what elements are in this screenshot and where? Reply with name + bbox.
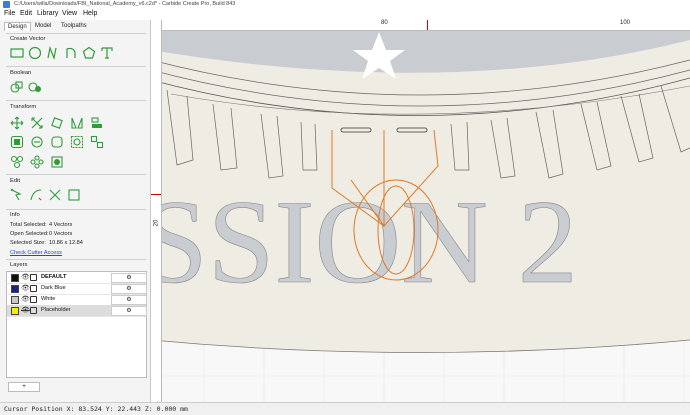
layer-settings-button[interactable]: ⚙ xyxy=(111,295,147,305)
layer-color-swatch[interactable] xyxy=(11,274,19,282)
add-layer-button[interactable]: + xyxy=(8,382,40,392)
section-boolean: Boolean xyxy=(10,70,32,76)
gear-icon: ⚙ xyxy=(126,286,132,292)
scale-icon[interactable] xyxy=(30,116,44,130)
divider xyxy=(6,33,146,34)
lock-icon[interactable] xyxy=(30,307,37,314)
polyline-icon[interactable] xyxy=(64,46,78,60)
offset-icon[interactable] xyxy=(10,135,24,149)
layer-name: White xyxy=(41,296,56,302)
nest-icon[interactable] xyxy=(50,155,64,169)
trim-icon[interactable] xyxy=(29,188,43,202)
section-info: Info xyxy=(10,212,20,218)
ruler-label: 80 xyxy=(381,20,388,26)
eye-icon[interactable]: 👁 xyxy=(21,295,30,303)
gear-icon: ⚙ xyxy=(126,297,132,303)
panel-tabs: Design Model Toolpaths xyxy=(0,22,150,32)
fillet-icon[interactable] xyxy=(50,135,64,149)
divider xyxy=(6,100,146,101)
gear-icon: ⚙ xyxy=(126,308,132,314)
tab-design[interactable]: Design xyxy=(4,22,31,31)
section-layers: Layers xyxy=(10,262,28,268)
menu-edit[interactable]: Edit xyxy=(20,10,32,17)
info-total-selected: Total Selected: 4 Vectors xyxy=(10,222,73,228)
grid-array-icon[interactable] xyxy=(30,155,44,169)
info-selected-size: Selected Size: 10.86 x 12.84 xyxy=(10,240,83,246)
mirror-icon[interactable] xyxy=(70,116,84,130)
layer-name: Dark Blue xyxy=(41,285,66,291)
eye-hidden-icon[interactable]: 👁 xyxy=(21,306,30,314)
layer-settings-button[interactable]: ⚙ xyxy=(111,273,147,283)
cursor-position: Cursor Position X: 83.524 Y: 22.443 Z: 0… xyxy=(4,405,188,413)
section-edit: Edit xyxy=(10,178,20,184)
eye-icon[interactable]: 👁 xyxy=(21,284,30,292)
cut-icon[interactable] xyxy=(48,188,62,202)
polygon-icon[interactable] xyxy=(82,46,96,60)
menu-help[interactable]: Help xyxy=(83,10,97,17)
gear-icon: ⚙ xyxy=(126,275,132,281)
title-bar: C:/Users/willa/Downloads/FBI_National_Ac… xyxy=(0,0,690,9)
layer-color-swatch[interactable] xyxy=(11,285,19,293)
lock-icon[interactable] xyxy=(30,285,37,292)
info-open-selected: Open Selected: 0 Vectors xyxy=(10,231,73,237)
rotate-icon[interactable] xyxy=(50,116,64,130)
section-create-vector: Create Vector xyxy=(10,36,46,42)
lock-icon[interactable] xyxy=(30,296,37,303)
rectangle-icon[interactable] xyxy=(10,46,24,60)
design-canvas[interactable]: SSION 2 xyxy=(151,20,690,402)
union-icon[interactable] xyxy=(10,80,24,94)
layer-color-swatch[interactable] xyxy=(11,307,19,315)
layers-list: 👁 DEFAULT ⚙ 👁 Dark Blue ⚙ 👁 White ⚙ 👁 Pl… xyxy=(6,271,147,378)
menu-view[interactable]: View xyxy=(62,10,77,17)
section-transform: Transform xyxy=(10,104,37,110)
layer-name: Placeholder xyxy=(41,307,71,313)
text-tool-icon[interactable] xyxy=(100,46,114,60)
ruler-cursor-marker xyxy=(427,20,428,30)
curve-icon[interactable] xyxy=(46,46,60,60)
ruler-label: 100 xyxy=(620,20,631,26)
subtract-icon[interactable] xyxy=(28,80,42,94)
left-ruler: 20 xyxy=(151,20,162,402)
node-edit-icon[interactable] xyxy=(10,188,24,202)
divider xyxy=(6,209,146,210)
align-icon[interactable] xyxy=(90,116,104,130)
layer-settings-button[interactable]: ⚙ xyxy=(111,284,147,294)
menu-library[interactable]: Library xyxy=(37,10,58,17)
join-icon[interactable] xyxy=(30,135,44,149)
layer-name: DEFAULT xyxy=(41,274,67,280)
top-ruler: 80 100 xyxy=(151,20,690,31)
layer-row-placeholder[interactable]: 👁 Placeholder ⚙ xyxy=(7,305,147,317)
divider xyxy=(6,259,146,260)
layer-settings-button[interactable]: ⚙ xyxy=(111,306,147,316)
divider xyxy=(6,66,146,67)
app-icon xyxy=(3,1,10,8)
ruler-label: 20 xyxy=(153,219,160,227)
group-icon[interactable] xyxy=(70,135,84,149)
eye-icon[interactable]: 👁 xyxy=(21,273,30,281)
divider xyxy=(6,174,146,175)
close-vector-icon[interactable] xyxy=(67,188,81,202)
ruler-cursor-marker xyxy=(151,194,161,195)
lock-icon[interactable] xyxy=(30,274,37,281)
layer-color-swatch[interactable] xyxy=(11,296,19,304)
canvas-artwork: SSION 2 xyxy=(151,20,690,402)
window-title: C:/Users/willa/Downloads/FBI_National_Ac… xyxy=(14,1,236,7)
circle-icon[interactable] xyxy=(28,46,42,60)
tab-model[interactable]: Model xyxy=(32,22,54,30)
menu-file[interactable]: File xyxy=(4,10,15,17)
check-cutter-access-link[interactable]: Check Cutter Access xyxy=(10,250,62,256)
move-icon[interactable] xyxy=(10,116,24,130)
status-bar: Cursor Position X: 83.524 Y: 22.443 Z: 0… xyxy=(0,402,690,415)
canvas-text: SSION 2 xyxy=(151,175,578,308)
tab-toolpaths[interactable]: Toolpaths xyxy=(58,22,90,30)
circular-array-icon[interactable] xyxy=(10,155,24,169)
array-icon[interactable] xyxy=(90,135,104,149)
